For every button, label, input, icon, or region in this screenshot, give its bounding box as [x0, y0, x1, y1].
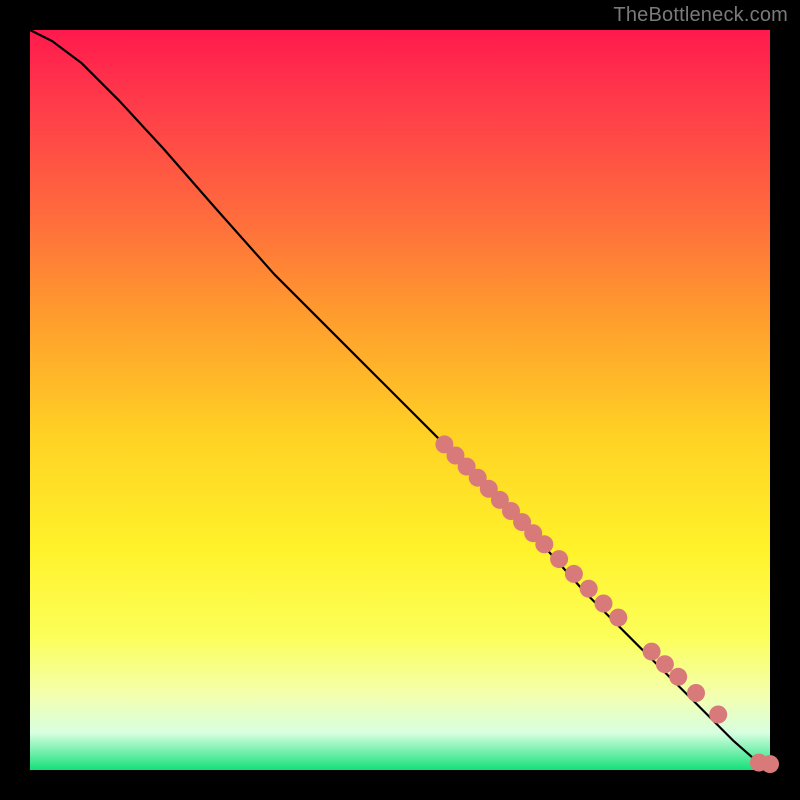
- data-point: [669, 668, 687, 686]
- data-point: [595, 595, 613, 613]
- attribution-label: TheBottleneck.com: [613, 4, 788, 27]
- chart-svg: [30, 30, 770, 770]
- data-point: [761, 755, 779, 773]
- data-point: [709, 706, 727, 724]
- data-point: [550, 550, 568, 568]
- data-point: [643, 643, 661, 661]
- plot-area: [30, 30, 770, 770]
- data-point: [687, 684, 705, 702]
- chart-stage: TheBottleneck.com: [0, 0, 800, 800]
- marker-group: [435, 435, 779, 773]
- data-point: [535, 535, 553, 553]
- data-point: [656, 655, 674, 673]
- data-point: [565, 565, 583, 583]
- data-point: [609, 609, 627, 627]
- data-point: [580, 580, 598, 598]
